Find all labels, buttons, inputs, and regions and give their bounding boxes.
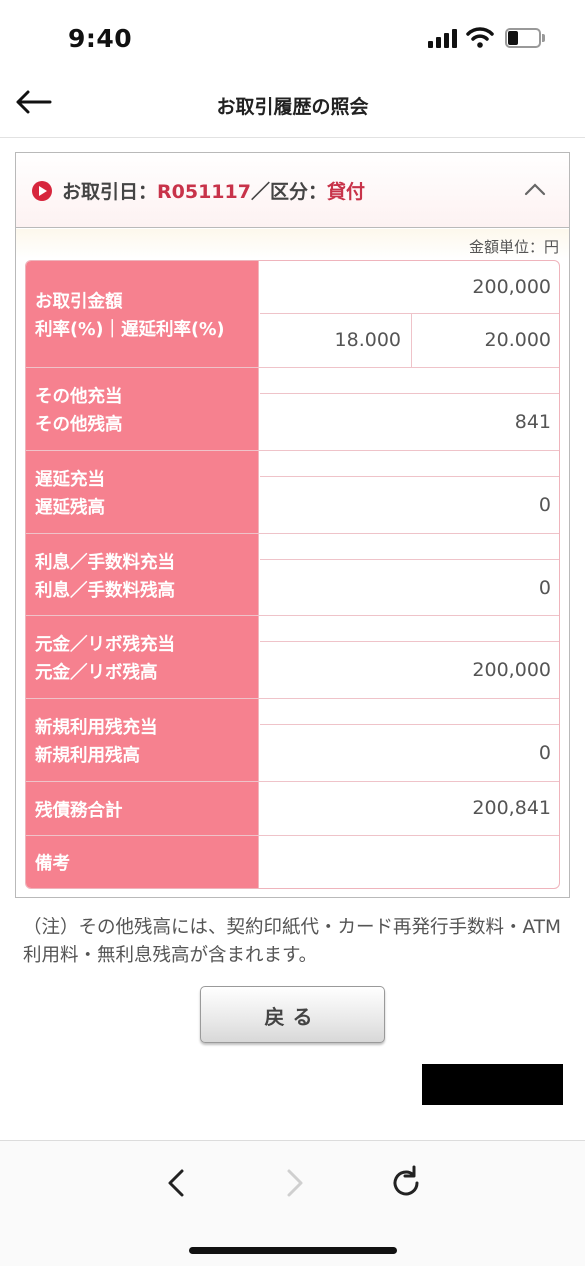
date-label: お取引日：: [62, 181, 158, 203]
chevron-right-icon[interactable]: [274, 1163, 314, 1203]
amount-value: 200,000: [472, 276, 551, 298]
row-label: 利息／手数料残高: [35, 581, 175, 601]
detail-table: お取引金額 利率(%)｜遅延利率(%) 200,000 18.000 20.00…: [25, 260, 560, 889]
unit-label: 金額単位：円: [468, 238, 559, 256]
unit-row: 金額単位：円: [16, 229, 569, 259]
row-value: 841: [514, 411, 551, 433]
row-label: 元金／リボ残高: [35, 663, 158, 683]
row-label: 元金／リボ残充当: [35, 635, 175, 655]
chevron-left-icon[interactable]: [157, 1163, 197, 1203]
row-label: 遅延残高: [35, 498, 105, 518]
app-header: お取引履歴の照会: [0, 78, 585, 138]
amount-row: お取引金額 利率(%)｜遅延利率(%) 200,000 18.000 20.00…: [26, 261, 559, 368]
date-value: R051117: [157, 181, 251, 203]
reload-icon[interactable]: [386, 1163, 426, 1203]
amount-label: お取引金額: [35, 292, 123, 312]
row-value: 0: [538, 742, 551, 764]
amount-values: 200,000 18.000 20.000: [260, 261, 559, 368]
amount-label-cell: お取引金額 利率(%)｜遅延利率(%): [26, 261, 259, 367]
page-title: お取引履歴の照会: [216, 96, 369, 118]
status-bar: 9:40: [0, 0, 585, 78]
transaction-summary: お取引日：R051117／区分：貸付: [62, 177, 365, 204]
table-row: 元金／リボ残充当 元金／リボ残高 200,000: [26, 616, 559, 699]
wifi-icon: [466, 27, 494, 48]
row-value: 200,000: [472, 659, 551, 681]
table-row: 新規利用残充当 新規利用残高 0: [26, 699, 559, 782]
row-label: 遅延充当: [35, 470, 105, 490]
total-value: 200,841: [472, 797, 551, 819]
row-label: その他充当: [35, 387, 123, 407]
interest-rate-value: 18.000: [334, 329, 401, 351]
row-label: 新規利用残高: [35, 746, 140, 766]
home-indicator: [189, 1247, 397, 1254]
late-rate-value: 20.000: [484, 329, 551, 351]
note-text: （注）その他残高には、契約印紙代・カード再発行手数料・ATM利用料・無利息残高が…: [23, 917, 561, 966]
chevron-up-icon[interactable]: [524, 181, 546, 197]
row-label: 利息／手数料充当: [35, 553, 175, 573]
total-label: 残債務合計: [35, 801, 123, 821]
row-value: 0: [538, 494, 551, 516]
row-label: 新規利用残充当: [35, 718, 158, 738]
status-time: 9:40: [68, 24, 133, 53]
table-row: 遅延充当 遅延残高 0: [26, 451, 559, 534]
row-value: 0: [538, 577, 551, 599]
type-label: 区分：: [269, 181, 327, 203]
remarks-label: 備考: [35, 854, 70, 874]
redacted-area: [422, 1064, 563, 1105]
play-icon: [32, 181, 52, 201]
table-row: 利息／手数料充当 利息／手数料残高 0: [26, 534, 559, 616]
row-label: その他残高: [35, 415, 123, 435]
back-button[interactable]: 戻る: [200, 986, 385, 1043]
cellular-signal-icon: [428, 28, 458, 48]
type-value: 貸付: [327, 181, 366, 203]
transaction-card: お取引日：R051117／区分：貸付 金額単位：円 お取引金額 利率(%)｜遅延…: [15, 152, 570, 898]
battery-icon: [505, 28, 545, 48]
back-button-label: 戻る: [264, 1005, 321, 1029]
total-row: 残債務合計 200,841: [26, 782, 559, 836]
transaction-header[interactable]: お取引日：R051117／区分：貸付: [16, 153, 569, 228]
browser-toolbar: [0, 1140, 585, 1266]
table-row: その他充当 その他残高 841: [26, 368, 559, 451]
rate-label: 利率(%)｜遅延利率(%): [35, 320, 225, 340]
remarks-row: 備考: [26, 836, 559, 888]
separator: ／: [250, 181, 270, 203]
